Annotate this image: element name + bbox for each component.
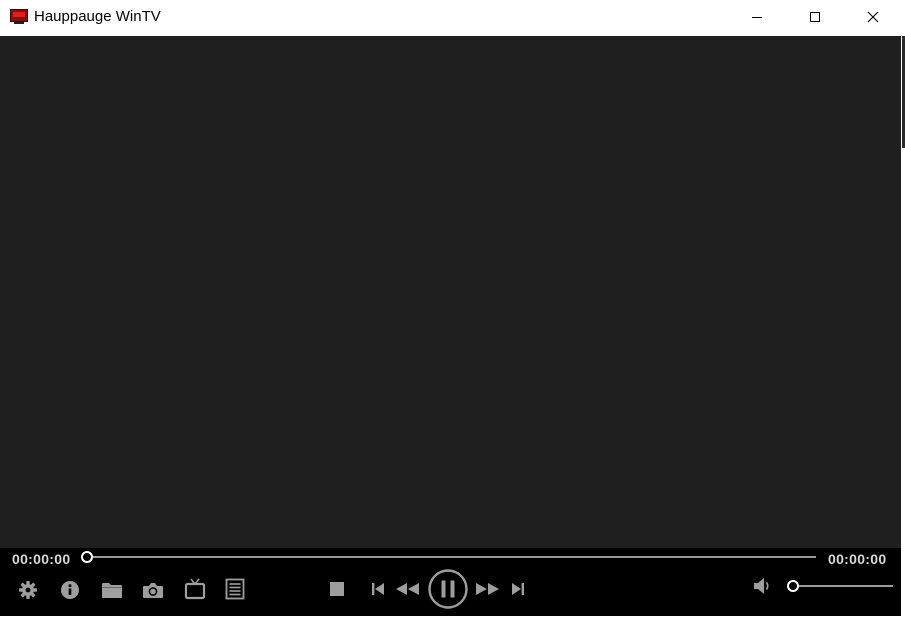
maximize-icon	[810, 12, 820, 22]
total-duration: 00:00:00	[828, 551, 887, 567]
stop-icon	[330, 582, 344, 596]
minimize-icon	[752, 17, 762, 18]
info-icon	[61, 581, 79, 599]
volume-slider[interactable]	[798, 585, 893, 587]
stop-button[interactable]	[326, 578, 348, 600]
close-icon	[867, 11, 879, 23]
fast-forward-button[interactable]	[474, 578, 502, 600]
pause-button[interactable]	[427, 568, 469, 610]
fast-forward-icon	[476, 583, 499, 595]
close-button[interactable]	[844, 0, 902, 34]
playlist-button[interactable]	[223, 577, 247, 601]
playback-control-bar: 00:00:00 00:00:00	[0, 548, 901, 616]
settings-button[interactable]	[16, 578, 40, 602]
folder-icon	[102, 583, 122, 598]
speaker-icon	[754, 578, 769, 594]
wintv-app-icon	[10, 9, 28, 24]
seek-handle[interactable]	[81, 551, 93, 563]
rewind-icon	[396, 583, 419, 595]
gear-icon	[19, 581, 37, 599]
snapshot-button[interactable]	[140, 578, 166, 602]
video-display[interactable]	[0, 36, 901, 548]
camera-icon	[143, 583, 163, 598]
skip-back-icon	[372, 583, 384, 595]
skip-forward-icon	[512, 583, 524, 595]
rewind-button[interactable]	[393, 578, 421, 600]
window-title: Hauppauge WinTV	[34, 8, 161, 25]
maximize-button[interactable]	[786, 0, 844, 34]
seek-bar[interactable]	[88, 556, 816, 558]
tv-button[interactable]	[182, 576, 208, 602]
title-bar[interactable]: Hauppauge WinTV	[0, 0, 905, 36]
wintv-window: Hauppauge WinTV 00:00:00 00:00:00	[0, 0, 905, 620]
window-bottom-edge	[0, 616, 905, 620]
pause-icon	[428, 569, 468, 609]
next-button[interactable]	[507, 578, 529, 600]
previous-button[interactable]	[367, 578, 389, 600]
elapsed-time: 00:00:00	[12, 551, 71, 567]
tv-icon	[184, 578, 206, 600]
volume-handle[interactable]	[787, 580, 799, 592]
info-button[interactable]	[58, 578, 82, 602]
minimize-button[interactable]	[728, 0, 786, 34]
list-icon	[225, 578, 245, 600]
open-folder-button[interactable]	[99, 578, 125, 602]
mute-button[interactable]	[751, 575, 775, 597]
